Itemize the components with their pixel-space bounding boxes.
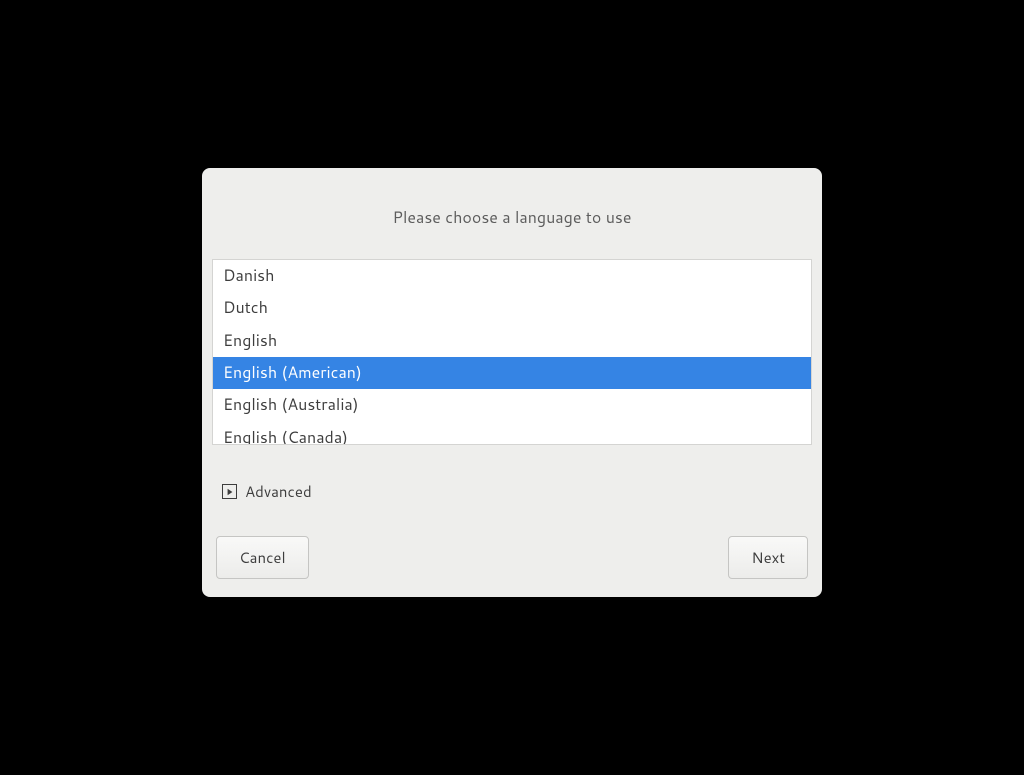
advanced-toggle[interactable]: Advanced [222,481,312,502]
language-dialog: Please choose a language to use DanishDu… [202,168,822,598]
next-button[interactable]: Next [728,536,808,579]
language-item[interactable]: English (American) [213,357,811,389]
language-item[interactable]: English (Canada) [213,422,811,445]
dialog-header: Please choose a language to use [202,168,822,259]
advanced-section: Advanced [202,445,822,523]
language-item[interactable]: English [213,325,811,357]
triangle-right-icon [222,484,237,499]
language-item[interactable]: Dutch [213,292,811,324]
button-bar: Cancel Next [202,522,822,597]
advanced-label: Advanced [245,481,312,502]
dialog-title: Please choose a language to use [222,206,802,229]
language-item[interactable]: English (Australia) [213,389,811,421]
language-list[interactable]: DanishDutchEnglishEnglish (American)Engl… [212,259,812,445]
language-item[interactable]: Danish [213,260,811,292]
cancel-button[interactable]: Cancel [216,536,309,579]
